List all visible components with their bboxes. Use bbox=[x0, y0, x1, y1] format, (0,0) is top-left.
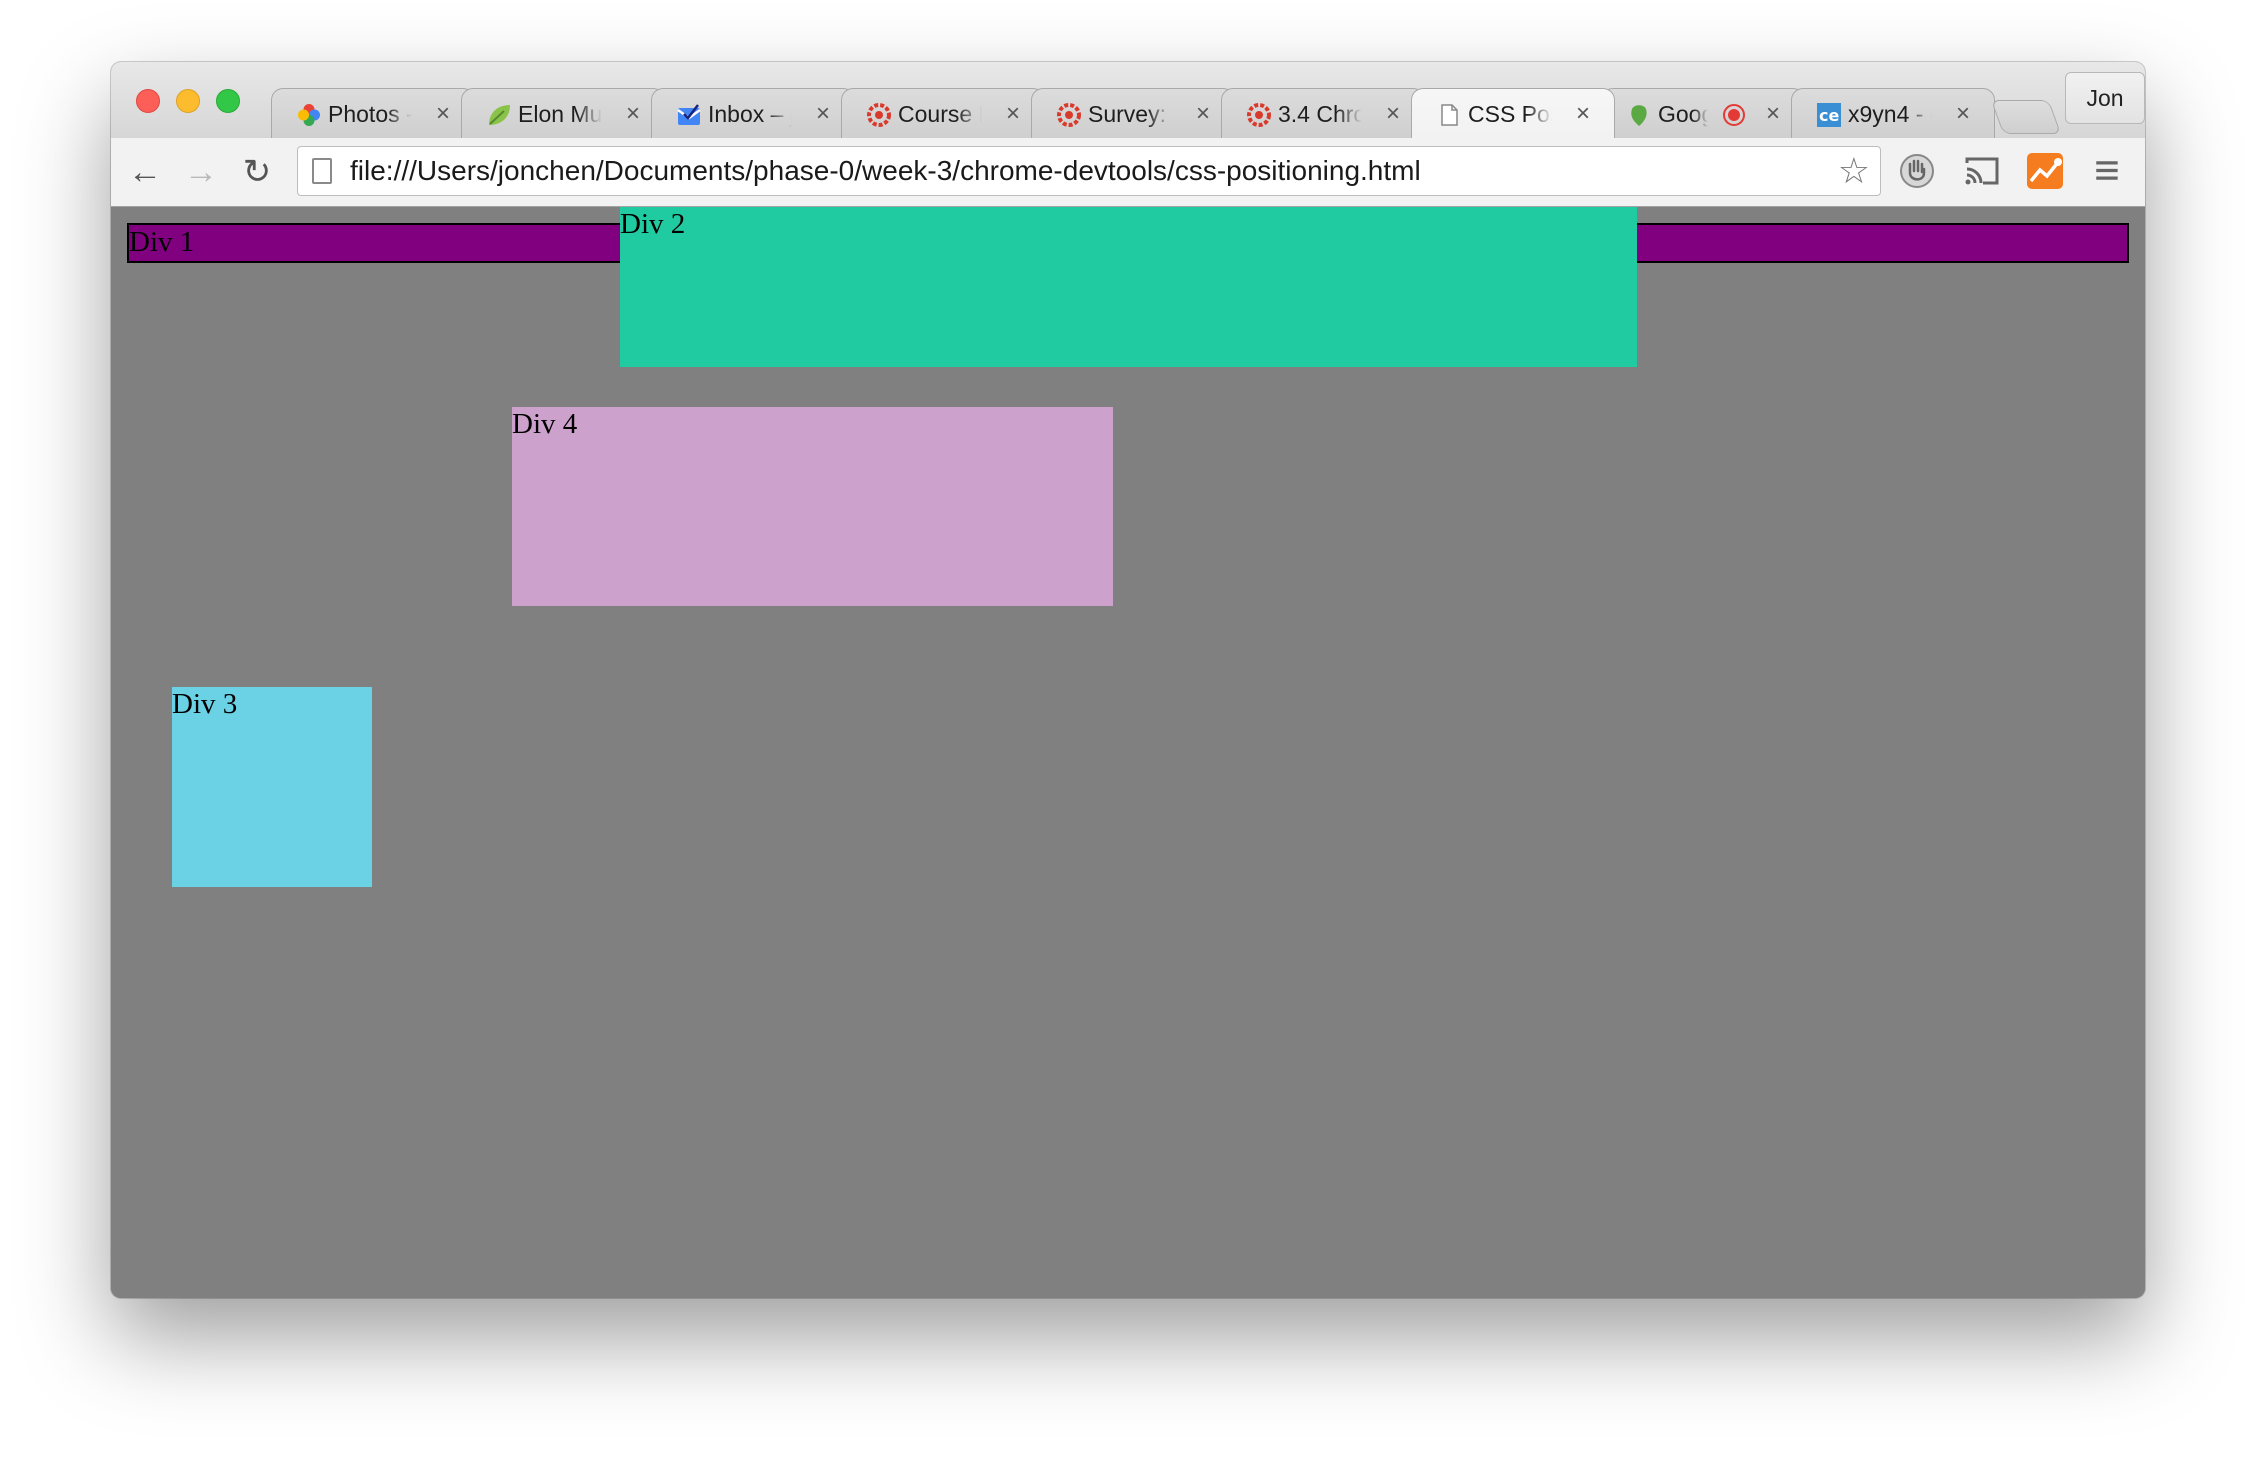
url-text[interactable]: file:///Users/jonchen/Documents/phase-0/… bbox=[350, 147, 1421, 195]
page-viewport: Div 1 Div 2 Div 4 Div 3 bbox=[111, 207, 2145, 1298]
analytics-extension-icon[interactable] bbox=[2025, 151, 2065, 191]
recording-icon bbox=[1723, 104, 1745, 126]
page-icon bbox=[312, 158, 332, 184]
tab-elon-musk[interactable]: Elon Musk × bbox=[461, 88, 665, 138]
evernote-icon bbox=[1631, 105, 1647, 126]
dbc-icon bbox=[1247, 103, 1271, 127]
tab-close-button[interactable]: × bbox=[812, 99, 834, 129]
tab-title: Google bbox=[1658, 101, 1708, 127]
toolbar: ← → ↻ file:///Users/jonchen/Documents/ph… bbox=[111, 138, 2145, 207]
browser-window: Photos - Google × Elon Musk × Inbox – jo… bbox=[111, 62, 2145, 1298]
dbc-icon bbox=[867, 103, 891, 127]
tab-strip: Photos - Google × Elon Musk × Inbox – jo… bbox=[111, 62, 2145, 138]
cast-icon[interactable] bbox=[1961, 151, 2001, 191]
tab-close-button[interactable]: × bbox=[1572, 99, 1594, 129]
tab-close-button[interactable]: × bbox=[1192, 99, 1214, 129]
tab-close-button[interactable]: × bbox=[1382, 99, 1404, 129]
tab-close-button[interactable]: × bbox=[1002, 99, 1024, 129]
tab-title: Photos - Google bbox=[328, 101, 412, 127]
tab-x9yn4[interactable]: ce x9yn4 - ce × bbox=[1791, 88, 1995, 138]
forward-button[interactable]: → bbox=[181, 152, 221, 192]
tab-inbox[interactable]: Inbox – jon × bbox=[651, 88, 855, 138]
tab-title: Elon Musk bbox=[518, 101, 602, 127]
dbc-icon bbox=[1057, 103, 1081, 127]
page-icon bbox=[1441, 104, 1458, 126]
new-tab-button[interactable] bbox=[1990, 100, 2062, 134]
tab-title: Inbox – jon bbox=[708, 101, 792, 127]
leaf-icon bbox=[489, 105, 510, 125]
tab-title: 3.4 Chrome Devtools bbox=[1278, 101, 1362, 127]
tab-title: x9yn4 - ce bbox=[1848, 101, 1932, 127]
tab-title: Survey: Phase 0 bbox=[1088, 101, 1172, 127]
tab-survey[interactable]: Survey: Phase 0 × bbox=[1031, 88, 1235, 138]
tab-title: CSS Positioning bbox=[1468, 101, 1552, 127]
minimize-window-button[interactable] bbox=[176, 89, 200, 113]
div-2: Div 2 bbox=[620, 207, 1637, 367]
bookmark-star-icon[interactable]: ☆ bbox=[1838, 151, 1870, 191]
tab-chrome-devtools[interactable]: 3.4 Chrome Devtools × bbox=[1221, 88, 1425, 138]
ce-icon: ce bbox=[1817, 103, 1841, 127]
tab-close-button[interactable]: × bbox=[432, 99, 454, 129]
tab-course[interactable]: Course Details × bbox=[841, 88, 1045, 138]
tab-close-button[interactable]: × bbox=[1762, 99, 1784, 129]
back-button[interactable]: ← bbox=[125, 152, 165, 192]
zoom-window-button[interactable] bbox=[216, 89, 240, 113]
tab-google[interactable]: Google × bbox=[1601, 88, 1805, 138]
tab-css-positioning[interactable]: CSS Positioning × bbox=[1411, 88, 1615, 138]
close-window-button[interactable] bbox=[136, 89, 160, 113]
tab-close-button[interactable]: × bbox=[1952, 99, 1974, 129]
google-photos-icon bbox=[298, 104, 320, 126]
address-bar[interactable]: file:///Users/jonchen/Documents/phase-0/… bbox=[297, 146, 1881, 196]
hand-icon[interactable] bbox=[1897, 151, 1937, 191]
div-3: Div 3 bbox=[172, 687, 372, 887]
inbox-icon bbox=[677, 104, 701, 125]
svg-text:ce: ce bbox=[1819, 106, 1839, 125]
tab-title: Course Details bbox=[898, 101, 982, 127]
menu-icon[interactable]: ≡ bbox=[2087, 149, 2127, 193]
tab-close-button[interactable]: × bbox=[622, 99, 644, 129]
profile-button[interactable]: Jon bbox=[2065, 72, 2145, 124]
div-4: Div 4 bbox=[512, 407, 1113, 606]
reload-button[interactable]: ↻ bbox=[237, 152, 277, 192]
tab-photos[interactable]: Photos - Google × bbox=[271, 88, 475, 138]
